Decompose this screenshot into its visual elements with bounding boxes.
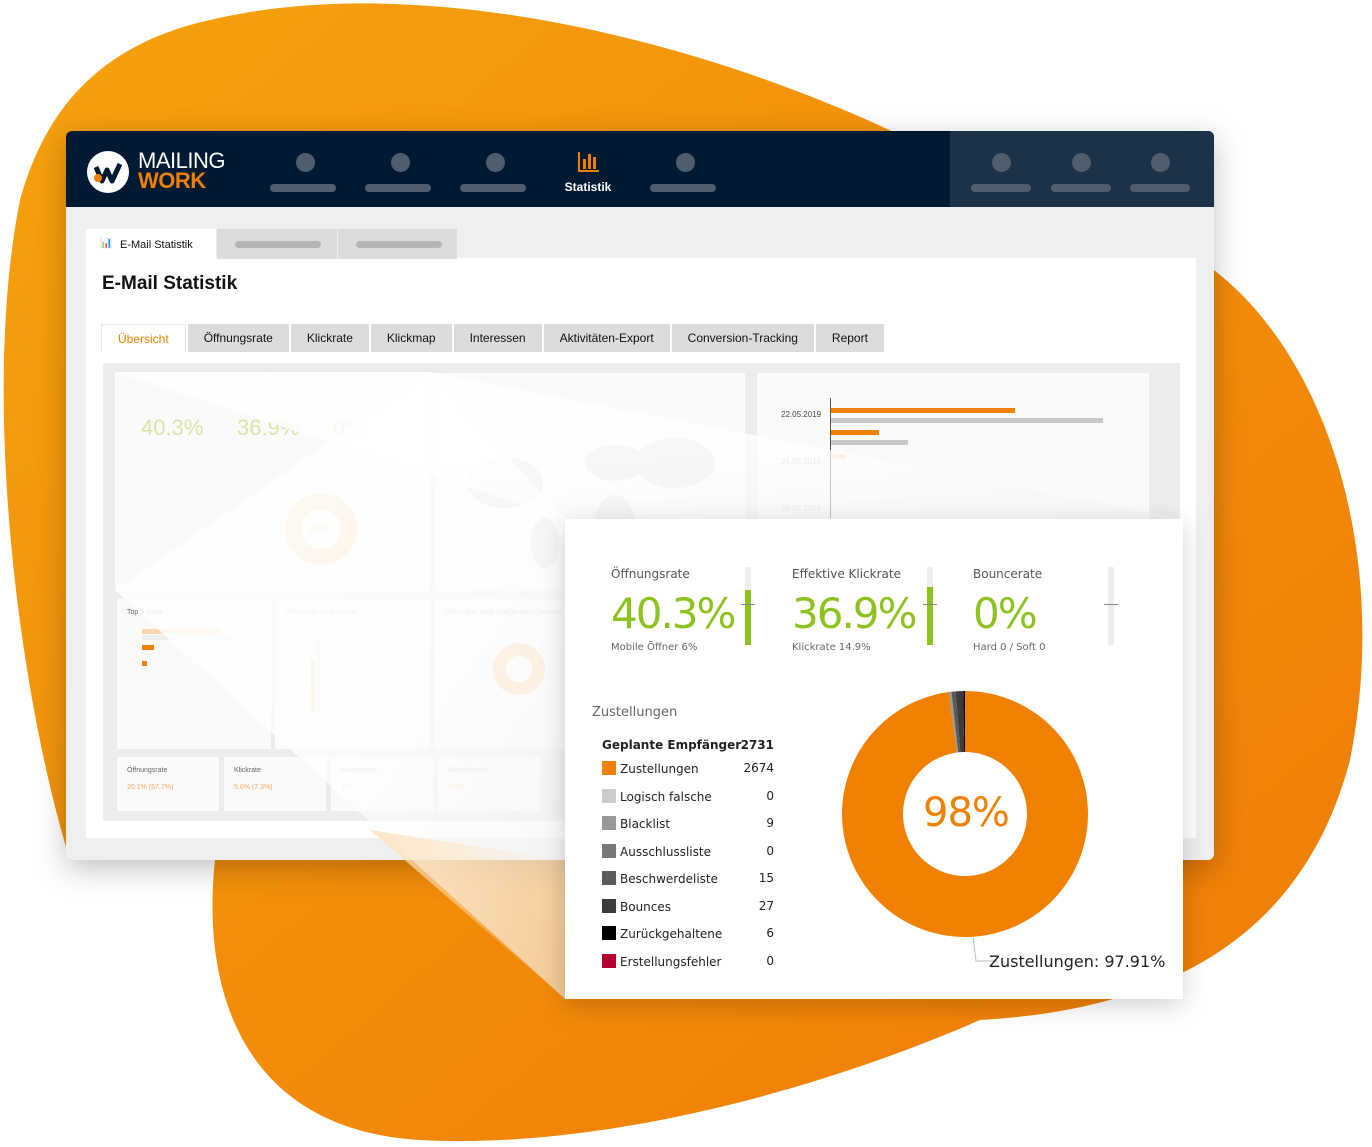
user-nav-item[interactable]	[971, 153, 1041, 203]
tab-report[interactable]: Report	[815, 324, 884, 352]
legend-item: Erstellungsfehler 0	[602, 953, 774, 969]
legend-value: 27	[758, 898, 774, 913]
legend-label: Ausschlussliste	[620, 844, 711, 859]
kpi-bouncerate: Bouncerate 0% Hard 0 / Soft 0	[973, 567, 1046, 653]
tab-klickmap[interactable]: Klickmap	[370, 324, 452, 352]
nav-item[interactable]	[270, 153, 340, 203]
tab-uebersicht[interactable]: Übersicht	[101, 324, 186, 352]
bar	[831, 418, 1103, 423]
legend-swatch	[602, 953, 616, 968]
small-stat-card: Bouncerate 1%	[331, 757, 433, 811]
kpi-oeffnungsrate: Öffnungsrate 40.3% Mobile Öffner 6%	[611, 567, 736, 653]
donut-center-label: 98%	[923, 790, 1010, 836]
bar-chart-icon: 📊	[100, 238, 113, 249]
legend-label: Erstellungsfehler	[620, 954, 722, 969]
nav-item-statistik[interactable]: Statistik	[555, 151, 625, 201]
opens-by-date-card: Öffnungen nach Datum	[275, 599, 430, 749]
legend-value: 2674	[743, 761, 774, 775]
bar	[831, 440, 908, 445]
legend-label: Bounces	[620, 899, 672, 914]
nav-item[interactable]	[460, 153, 530, 203]
tab-klickrate[interactable]: Klickrate	[290, 324, 369, 352]
legend-swatch	[602, 926, 616, 940]
legend-swatch	[602, 871, 616, 885]
legend-value: 9	[766, 816, 774, 830]
small-stat-card: Abmelderate 0.3%	[438, 757, 540, 811]
bar	[831, 408, 1015, 413]
planned-recipients-row: Geplante Empfänger 2731	[602, 738, 774, 752]
legend-swatch	[602, 788, 616, 803]
legend-value: 15	[758, 871, 774, 885]
legend-label: Blacklist	[620, 817, 671, 831]
page-tab[interactable]	[338, 229, 457, 259]
legend-item: Zurückgehaltene 6	[602, 926, 774, 941]
legend-item: Bounces 27	[602, 898, 774, 914]
tab-conversion-tracking[interactable]: Conversion-Tracking	[671, 324, 814, 352]
small-stat-card: Klickrate 5.6% (7.3%)	[224, 757, 326, 811]
bar-chart-icon	[578, 152, 599, 172]
legend-swatch	[602, 816, 616, 830]
logo-text: MAILING WORK	[138, 148, 225, 193]
nav-item[interactable]	[650, 153, 720, 203]
tab-oeffnungsrate[interactable]: Öffnungsrate	[187, 324, 289, 352]
section-title: Zustellungen	[592, 705, 678, 720]
legend-swatch	[602, 898, 616, 913]
kpi-card: 40.3% 36.9% 0% 98%	[115, 373, 430, 591]
gauge-klickrate	[923, 567, 937, 645]
bar	[831, 430, 879, 435]
legend-label: Beschwerdeliste	[620, 872, 718, 886]
donut-callout: Zustellungen: 97.91%	[989, 952, 1166, 971]
legend-item: Beschwerdeliste 15	[602, 871, 774, 886]
user-nav-item[interactable]	[1051, 153, 1121, 203]
top-links-card: Top 5 Links	[117, 599, 271, 749]
legend-item: Ausschlussliste 0	[602, 843, 774, 859]
legend-label: Logisch falsche	[620, 789, 712, 804]
nav-item[interactable]	[365, 153, 435, 203]
legend-value: 0	[766, 788, 774, 803]
page-title: E-Mail Statistik	[102, 273, 238, 294]
tab-interessen[interactable]: Interessen	[453, 324, 542, 352]
legend-swatch	[602, 843, 616, 858]
delivery-stats-card: Öffnungsrate 40.3% Mobile Öffner 6% Effekt…	[565, 519, 1183, 999]
legend-label: Zurückgehaltene	[620, 927, 723, 941]
kpi-effektive-klickrate: Effektive Klickrate 36.9% Klickrate 14.9%	[792, 567, 917, 653]
tab-aktivitaeten-export[interactable]: Aktivitäten-Export	[543, 324, 670, 352]
legend-item: Zustellungen 2674	[602, 761, 774, 776]
legend-swatch	[602, 761, 616, 775]
legend-item: Logisch falsche 0	[602, 788, 774, 804]
legend-value: 6	[766, 926, 774, 940]
legend-value: 0	[766, 843, 774, 858]
page-tab[interactable]	[217, 229, 337, 259]
small-stat-card: Öffnungsrate 20.1% (57.7%)	[117, 757, 219, 811]
stat-tabs: Übersicht Öffnungsrate Klickrate Klickma…	[101, 324, 884, 352]
gauge-bouncerate	[1104, 567, 1118, 645]
legend-label: Zustellungen	[620, 762, 699, 776]
gauge-oeffnungsrate	[741, 567, 755, 645]
logo-mark	[87, 151, 129, 193]
legend-item: Blacklist 9	[602, 816, 774, 831]
bar	[831, 454, 846, 459]
legend-value: 0	[766, 953, 774, 968]
user-nav-item[interactable]	[1130, 153, 1200, 203]
page-tab-email-statistik[interactable]: 📊 E-Mail Statistik	[86, 229, 216, 259]
